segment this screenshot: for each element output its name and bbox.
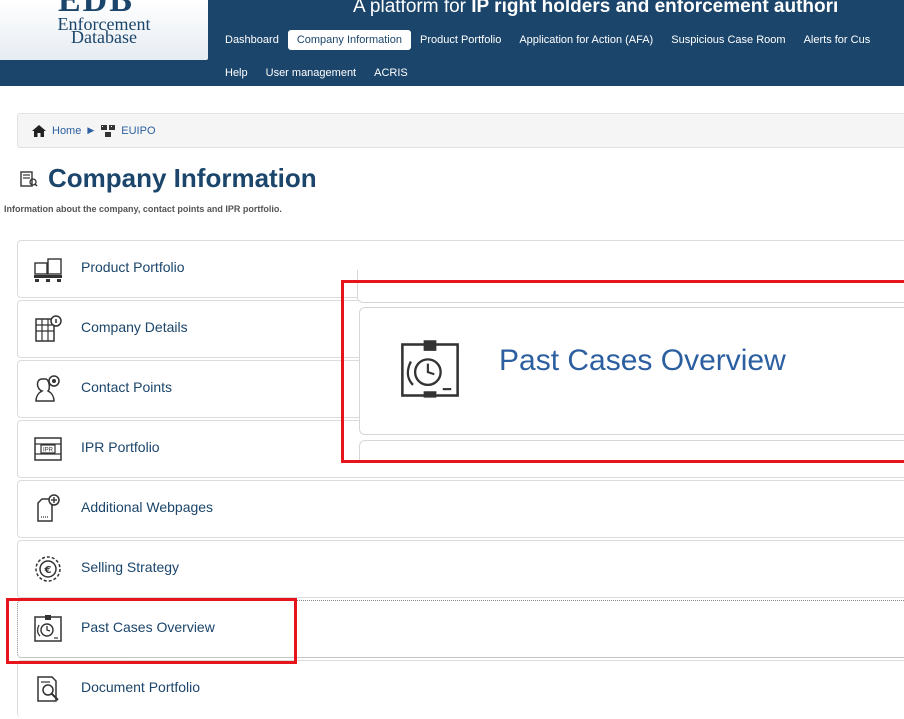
- nav-company-information[interactable]: Company Information: [287, 30, 411, 50]
- tagline: A platform for IP right holders and enfo…: [353, 0, 838, 18]
- svg-text:€: €: [44, 565, 52, 576]
- building-info-icon: [35, 315, 62, 342]
- menu-item-label: Selling Strategy: [81, 559, 180, 575]
- nav-application-for-action[interactable]: Application for Action (AFA): [510, 30, 662, 50]
- svg-text:IPR: IPR: [43, 448, 54, 454]
- zoom-highlight-box: [341, 280, 904, 463]
- nav-help[interactable]: Help: [216, 63, 257, 83]
- logo[interactable]: EDB Enforcement Database: [0, 0, 208, 60]
- nav-user-management[interactable]: User management: [257, 63, 366, 83]
- tagline-prefix: A platform for: [353, 0, 466, 17]
- document-search-icon: [37, 676, 59, 702]
- contact-person-icon: [35, 375, 60, 402]
- menu-item-selling-strategy[interactable]: € Selling Strategy: [17, 540, 904, 598]
- page-title: Company Information: [48, 163, 317, 193]
- menu-item-label: IPR Portfolio: [81, 439, 160, 455]
- breadcrumb-separator-icon: ▶: [87, 125, 95, 135]
- menu-item-label: Product Portfolio: [81, 259, 185, 275]
- nav-acris[interactable]: ACRIS: [365, 63, 417, 83]
- menu-highlight-box: [6, 598, 297, 664]
- menu-item-label: Company Details: [81, 319, 188, 335]
- breadcrumb: Home ▶ EUIPO: [17, 113, 904, 148]
- menu-item-label: Contact Points: [81, 379, 173, 395]
- menu-item-label: Additional Webpages: [81, 499, 214, 515]
- ipr-box-icon: IPR: [34, 437, 62, 461]
- euro-coin-icon: €: [35, 556, 61, 582]
- menu-item-label: Document Portfolio: [81, 679, 201, 695]
- logo-line-2: Database: [71, 27, 137, 47]
- tagline-bold: IP right holders and enforcement authori: [471, 0, 839, 17]
- main-nav-row-2: Help User management ACRIS: [216, 63, 417, 83]
- organisation-icon: [101, 124, 116, 137]
- menu-item-document-portfolio[interactable]: Document Portfolio: [17, 660, 904, 717]
- page-subtitle: Information about the company, contact p…: [4, 204, 282, 214]
- page-title-row: Company Information: [20, 163, 317, 194]
- menu-item-additional-webpages[interactable]: Additional Webpages: [17, 480, 904, 538]
- nav-suspicious-case-room[interactable]: Suspicious Case Room: [662, 30, 794, 50]
- pallet-boxes-icon: [34, 258, 62, 282]
- main-nav-row-1: Dashboard Company Information Product Po…: [216, 30, 879, 50]
- home-icon: [32, 124, 46, 137]
- webpage-add-icon: [37, 494, 60, 522]
- nav-alerts[interactable]: Alerts for Cus: [795, 30, 880, 50]
- breadcrumb-home[interactable]: Home: [52, 125, 81, 137]
- nav-dashboard[interactable]: Dashboard: [216, 30, 288, 50]
- breadcrumb-current[interactable]: EUIPO: [121, 125, 155, 137]
- company-info-icon: [20, 170, 38, 187]
- nav-product-portfolio[interactable]: Product Portfolio: [411, 30, 510, 50]
- app-header: EDB Enforcement Database A platform for …: [0, 0, 904, 86]
